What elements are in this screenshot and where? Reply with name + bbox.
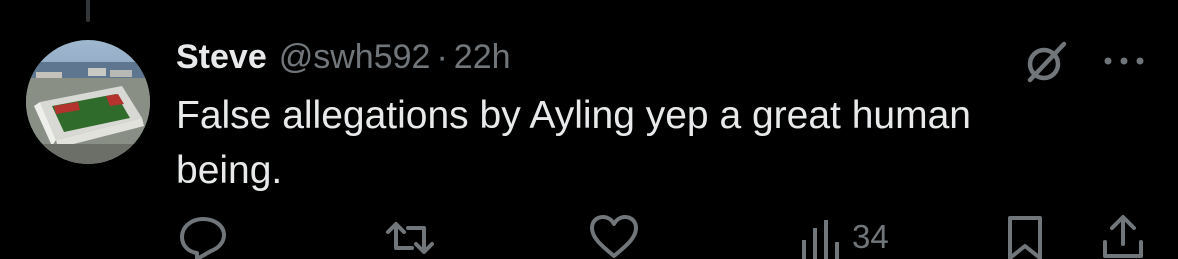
- grok-icon[interactable]: [1022, 40, 1070, 84]
- retweet-icon: [386, 222, 434, 254]
- like-button[interactable]: [588, 214, 640, 259]
- views-icon: [802, 220, 839, 259]
- retweet-button[interactable]: [384, 214, 436, 259]
- reply-icon: [180, 217, 226, 259]
- share-button[interactable]: [1100, 214, 1146, 259]
- thread-connector-line: [86, 0, 90, 22]
- reply-button[interactable]: [178, 214, 228, 259]
- author-handle[interactable]: @swh592: [279, 38, 431, 77]
- tweet-text: False allegations by Ayling yep a great …: [176, 94, 971, 192]
- views-count: 34: [852, 218, 889, 255]
- like-icon: [590, 215, 638, 258]
- more-icon[interactable]: [1100, 50, 1148, 72]
- header-separator: ·: [436, 38, 448, 76]
- author-display-name[interactable]: Steve: [176, 38, 267, 77]
- tweet-timestamp[interactable]: 22h: [454, 38, 511, 77]
- avatar[interactable]: [26, 40, 150, 164]
- avatar-image: [26, 40, 150, 164]
- views-button[interactable]: 34: [798, 214, 889, 259]
- share-icon: [1103, 215, 1143, 258]
- bookmark-button[interactable]: [1004, 214, 1046, 259]
- bookmark-icon: [1008, 216, 1042, 259]
- tweet-header: Steve @swh592 · 22h: [176, 38, 511, 82]
